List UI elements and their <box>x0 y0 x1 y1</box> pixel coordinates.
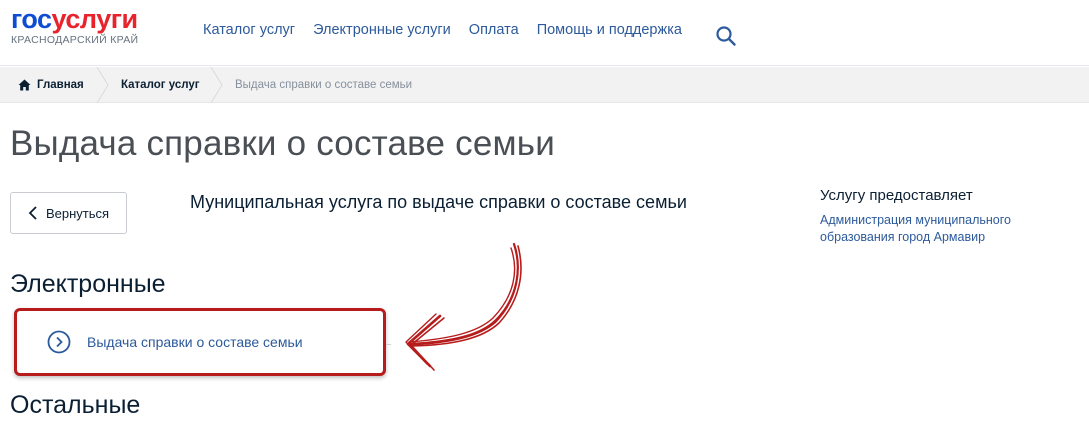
breadcrumb-home-label: Главная <box>37 79 84 91</box>
nav-payment[interactable]: Оплата <box>469 22 519 38</box>
hand-drawn-arrow-icon <box>405 242 522 371</box>
gosuslugi-logo[interactable]: госуслуги КРАСНОДАРСКИЙ КРАЙ <box>11 6 138 46</box>
breadcrumb: Главная Каталог услуг Выдача справки о с… <box>0 67 1089 103</box>
logo-region: КРАСНОДАРСКИЙ КРАЙ <box>11 34 139 46</box>
breadcrumb-separator-icon <box>96 67 109 103</box>
electronic-service-item[interactable]: Выдача справки о составе семьи <box>14 308 386 376</box>
logo-gos-text: гос <box>11 4 52 34</box>
search-icon[interactable] <box>715 25 737 47</box>
back-button-label: Вернуться <box>46 205 110 221</box>
page-title: Выдача справки о составе семьи <box>10 124 555 163</box>
breadcrumb-catalog[interactable]: Каталог услуг <box>121 67 200 103</box>
logo-uslugi-text: услуги <box>51 4 139 34</box>
divider <box>386 344 391 345</box>
chevron-circle-right-icon <box>47 330 71 354</box>
back-button[interactable]: Вернуться <box>10 192 127 234</box>
breadcrumb-current: Выдача справки о составе семьи <box>235 79 413 91</box>
section-other-heading: Остальные <box>10 391 141 419</box>
provider-link[interactable]: Администрация муниципального образования… <box>820 212 1040 246</box>
nav-electronic-services[interactable]: Электронные услуги <box>313 22 451 38</box>
chevron-left-icon <box>28 206 37 220</box>
breadcrumb-separator-icon <box>210 67 223 103</box>
nav-help[interactable]: Помощь и поддержка <box>537 22 682 38</box>
site-header: госуслуги КРАСНОДАРСКИЙ КРАЙ Каталог усл… <box>0 0 1089 66</box>
provider-title: Услугу предоставляет <box>820 187 973 204</box>
breadcrumb-home[interactable]: Главная <box>18 67 84 103</box>
section-electronic-heading: Электронные <box>10 270 166 298</box>
main-nav: Каталог услуг Электронные услуги Оплата … <box>203 22 700 38</box>
logo-wordmark: госуслуги <box>11 6 138 33</box>
home-icon <box>18 79 31 91</box>
electronic-service-label: Выдача справки о составе семьи <box>87 334 303 350</box>
service-description: Муниципальная услуга по выдаче справки о… <box>190 192 687 212</box>
nav-catalog[interactable]: Каталог услуг <box>203 22 295 38</box>
